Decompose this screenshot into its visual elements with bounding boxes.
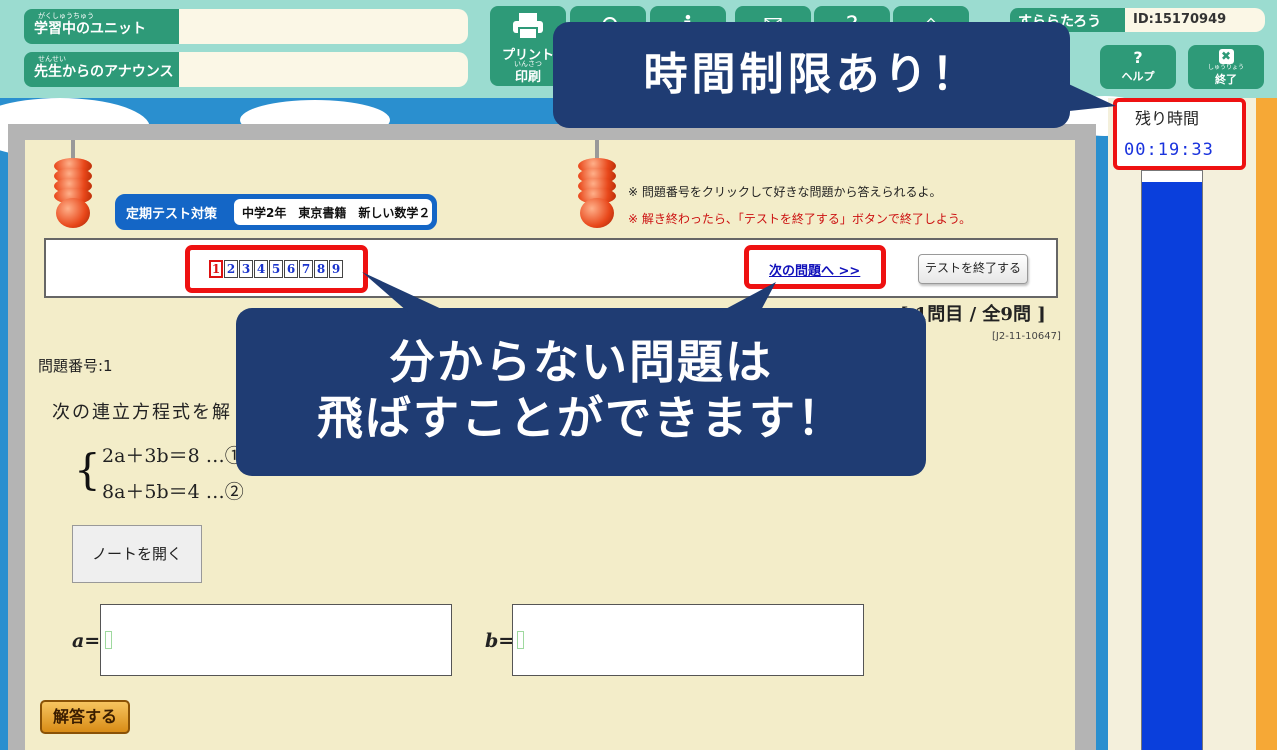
question-code: [J2-11-10647] — [992, 331, 1061, 342]
text-caret — [105, 631, 112, 649]
spring-icon — [574, 140, 620, 230]
answer-a-label: a= — [72, 630, 101, 652]
announce-ruby: せんせい — [38, 55, 66, 63]
spring-icon — [50, 140, 96, 230]
submit-answer-button[interactable]: 解答する — [40, 700, 130, 734]
skip-question-callout: 分からない問題は 飛ばすことができます！ — [236, 308, 926, 476]
skip-callout-tail-right — [720, 282, 776, 312]
learning-unit-value — [179, 9, 468, 44]
announce-label-box: せんせい 先生からのアナウンス — [24, 52, 179, 87]
answer-b-label: b= — [485, 630, 515, 652]
equation-2: 8a＋5b＝4 …② — [102, 481, 244, 503]
timer-value: 00:19:33 — [1124, 140, 1214, 160]
instruction-note: ※ 問題番号をクリックして好きな問題から答えられるよ。 — [628, 185, 942, 199]
question-text: 次の連立方程式を解 — [52, 402, 232, 423]
learning-unit-label-box: がくしゅうちゅう 学習中のユニット — [24, 9, 179, 44]
printer-icon — [511, 12, 545, 45]
question-number-label: 問題番号:1 — [38, 357, 113, 375]
announce-row: せんせい 先生からのアナウンス — [24, 52, 468, 87]
instruction-note-red: ※ 解き終わったら、「テストを終了する」ボタンで終了しよう。 — [628, 212, 972, 226]
skip-callout-line1: 分からない問題は — [389, 335, 773, 389]
equation-brace: { — [74, 445, 101, 494]
course-badge: 定期テスト対策 中学2年 東京書籍 新しい数学２ — [115, 194, 437, 230]
skip-callout-line2: 飛ばすことができます！ — [317, 391, 845, 445]
open-notes-button[interactable]: ノートを開く — [72, 525, 202, 583]
badge-course: 中学2年 東京書籍 新しい数学２ — [234, 199, 432, 225]
time-limit-callout: 時間制限あり！ — [553, 22, 1070, 128]
user-id: ID:15170949 — [1125, 8, 1265, 32]
right-stripe — [1256, 98, 1277, 750]
timer-bar-fill — [1142, 182, 1202, 750]
timer-label: 残り時間 — [1135, 109, 1200, 128]
end-test-button[interactable]: テストを終了する — [918, 254, 1028, 284]
answer-b-input[interactable] — [512, 604, 864, 676]
equation-1: 2a＋3b＝8 …① — [102, 445, 244, 467]
announce-label: 先生からのアナウンス — [34, 64, 174, 80]
end-label: 終了 — [1215, 73, 1237, 86]
close-icon: ✖ — [1218, 49, 1234, 64]
question-icon: ? — [1133, 48, 1143, 67]
answer-a-input[interactable] — [100, 604, 452, 676]
badge-tag: 定期テスト対策 — [126, 207, 218, 222]
question-numbers-highlight — [185, 245, 368, 293]
end-ruby: しゅうりょう — [1207, 64, 1244, 71]
learning-unit-ruby: がくしゅうちゅう — [38, 12, 94, 20]
announce-value — [179, 52, 468, 87]
time-callout-tail — [1060, 80, 1116, 112]
learning-unit-label: 学習中のユニット — [34, 21, 146, 37]
learning-unit-row: がくしゅうちゅう 学習中のユニット — [24, 9, 468, 44]
end-button[interactable]: ✖ しゅうりょう 終了 — [1188, 45, 1264, 89]
text-caret — [517, 631, 524, 649]
skip-callout-tail-left — [362, 272, 448, 312]
